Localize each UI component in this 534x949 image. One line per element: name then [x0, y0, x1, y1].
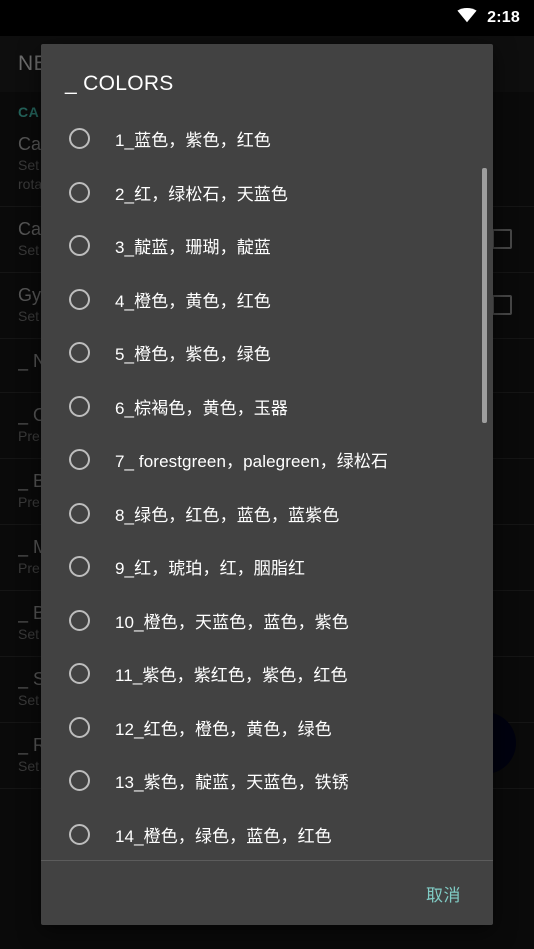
option-row[interactable]: 11_紫色，紫红色，紫色，红色 [41, 647, 493, 701]
radio-button-icon[interactable] [69, 609, 90, 631]
status-bar: 2:18 [0, 0, 534, 36]
option-row[interactable]: 7_ forestgreen，palegreen，绿松石 [41, 433, 493, 487]
option-label: 1_蓝色，紫色，红色 [115, 131, 271, 151]
scrollbar-track[interactable] [482, 112, 490, 860]
colors-selection-dialog: _ COLORS 1_蓝色，紫色，红色 2_红，绿松石，天蓝色 3_靛蓝，珊瑚，靛蓝… [41, 44, 493, 925]
option-row[interactable]: 12_红色，橙色，黄色，绿色 [41, 701, 493, 755]
option-label: 13_紫色，靛蓝，天蓝色，铁锈 [115, 773, 349, 793]
option-row[interactable]: 13_紫色，靛蓝，天蓝色，铁锈 [41, 754, 493, 808]
option-row[interactable]: 9_红，琥珀，红，胭脂红 [41, 540, 493, 594]
radio-button-icon[interactable] [69, 663, 90, 685]
device-screen: NE CA Ca Set rota Ca Set Gy Set _ N _ O Pre _ B Pre… [0, 0, 534, 949]
radio-button-icon[interactable] [69, 449, 90, 471]
option-label: 9_红，琥珀，红，胭脂红 [115, 559, 306, 579]
option-label: 3_靛蓝，珊瑚，靛蓝 [115, 238, 271, 258]
option-row[interactable]: 4_橙色，黄色，红色 [41, 273, 493, 327]
dialog-title: _ COLORS [65, 72, 174, 95]
option-label: 14_橙色，绿色，蓝色，红色 [115, 826, 332, 846]
option-row[interactable]: 5_橙色，紫色，绿色 [41, 326, 493, 380]
option-label: 8_绿色，红色，蓝色，蓝紫色 [115, 505, 340, 525]
radio-button-icon[interactable] [69, 342, 90, 364]
radio-button-icon[interactable] [69, 128, 90, 150]
radio-button-icon[interactable] [69, 181, 90, 203]
wifi-icon [457, 8, 477, 28]
radio-button-icon[interactable] [69, 770, 90, 792]
option-label: 12_红色，橙色，黄色，绿色 [115, 719, 332, 739]
clock-text: 2:18 [487, 9, 520, 26]
scrollbar-thumb[interactable] [482, 168, 487, 423]
option-row[interactable]: 6_棕褐色，黄色，玉器 [41, 380, 493, 434]
dialog-options-list[interactable]: 1_蓝色，紫色，红色 2_红，绿松石，天蓝色 3_靛蓝，珊瑚，靛蓝 4_橙色，黄色，红… [41, 112, 493, 860]
radio-button-icon[interactable] [69, 288, 90, 310]
option-label: 5_橙色，紫色，绿色 [115, 345, 271, 365]
radio-button-icon[interactable] [69, 823, 90, 845]
dialog-action-bar: 取消 [41, 861, 493, 925]
radio-button-icon[interactable] [69, 395, 90, 417]
radio-button-icon[interactable] [69, 502, 90, 524]
options-container: 1_蓝色，紫色，红色 2_红，绿松石，天蓝色 3_靛蓝，珊瑚，靛蓝 4_橙色，黄色，红… [41, 112, 493, 860]
option-row[interactable]: 10_橙色，天蓝色，蓝色，紫色 [41, 594, 493, 648]
option-row[interactable]: 8_绿色，红色，蓝色，蓝紫色 [41, 487, 493, 541]
option-label: 6_棕褐色，黄色，玉器 [115, 398, 289, 418]
option-label: 4_橙色，黄色，红色 [115, 291, 271, 311]
option-row[interactable]: 1_蓝色，紫色，红色 [41, 112, 493, 166]
option-row[interactable]: 14_橙色，绿色，蓝色，红色 [41, 808, 493, 861]
radio-button-icon[interactable] [69, 716, 90, 738]
option-label: 11_紫色，紫红色，紫色，红色 [115, 666, 348, 686]
option-row[interactable]: 2_红，绿松石，天蓝色 [41, 166, 493, 220]
status-bar-icons: 2:18 [457, 8, 520, 28]
option-row[interactable]: 3_靛蓝，珊瑚，靛蓝 [41, 219, 493, 273]
radio-button-icon[interactable] [69, 235, 90, 257]
cancel-button[interactable]: 取消 [418, 873, 469, 914]
option-label: 2_红，绿松石，天蓝色 [115, 184, 289, 204]
radio-button-icon[interactable] [69, 556, 90, 578]
option-label: 10_橙色，天蓝色，蓝色，紫色 [115, 612, 349, 632]
option-label: 7_ forestgreen，palegreen，绿松石 [115, 452, 389, 472]
